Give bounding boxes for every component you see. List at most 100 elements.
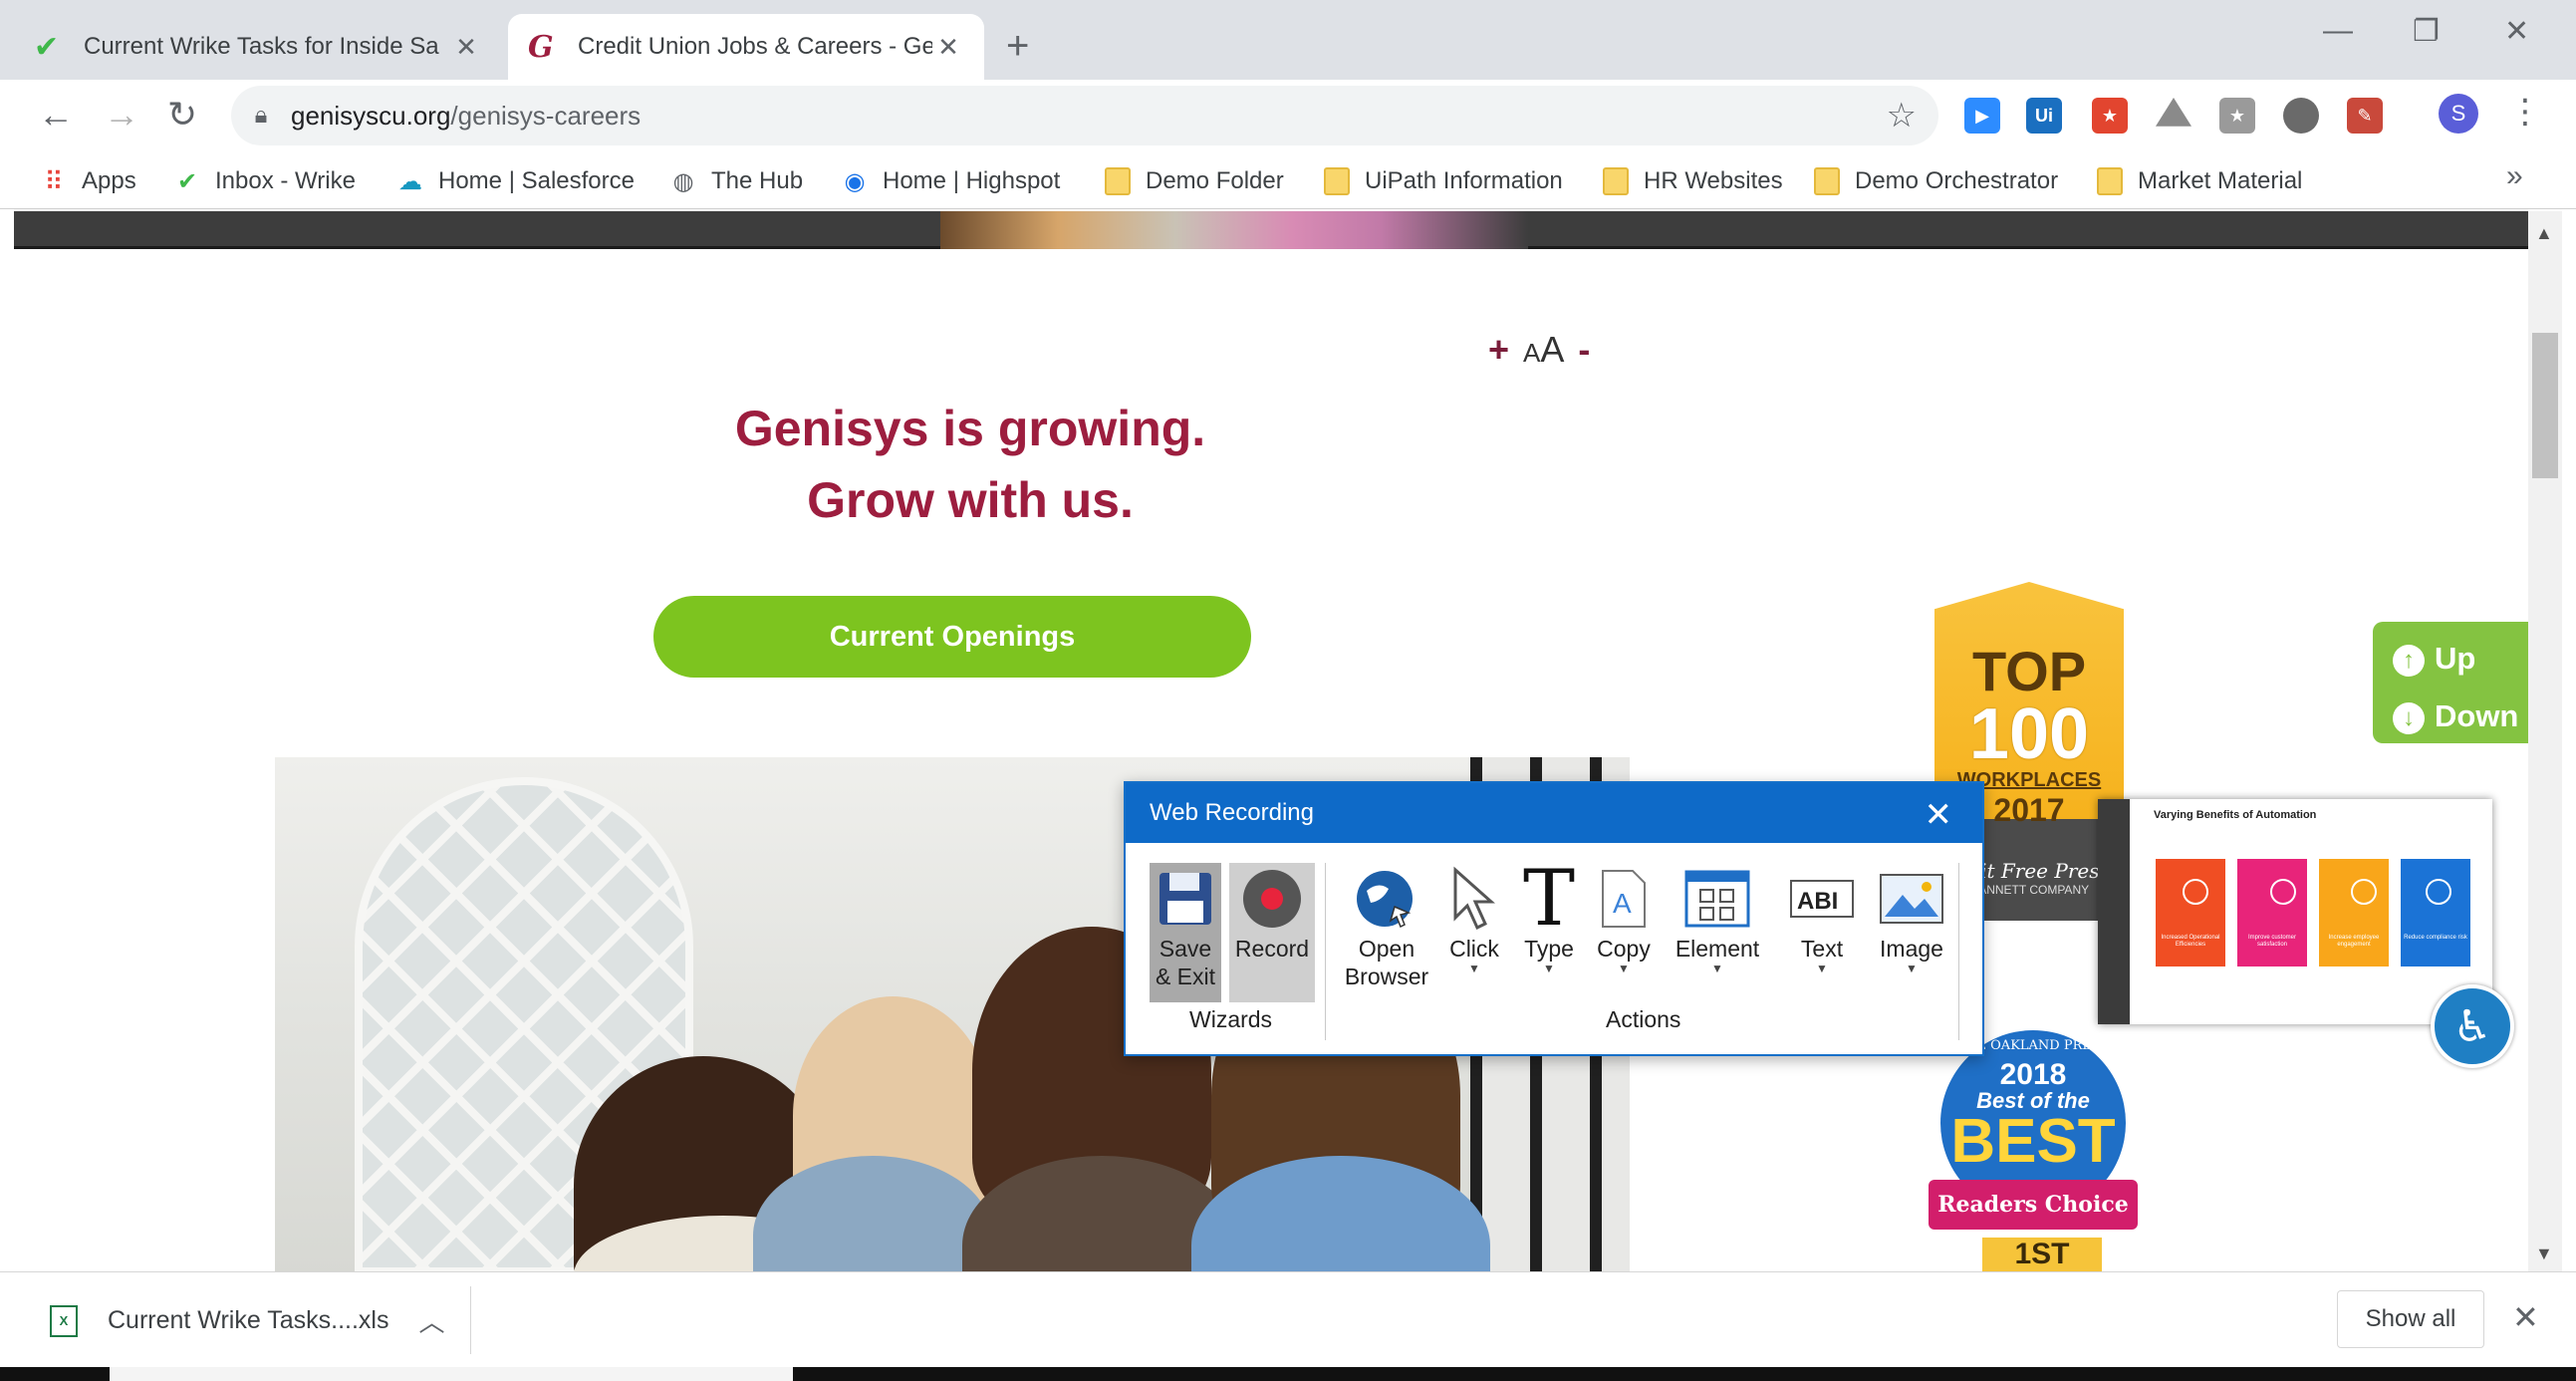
people-icon xyxy=(2350,879,2377,905)
badge-year: 2018 xyxy=(1999,1058,2067,1091)
bookmark-the-hub[interactable]: ◍ The Hub xyxy=(669,161,804,201)
check-circle-icon xyxy=(2426,879,2452,905)
chevron-down-icon: ▼ xyxy=(1468,962,1480,975)
bookmark-label: The Hub xyxy=(711,167,804,194)
badge-top-text: TOP xyxy=(1971,640,2087,702)
badge-best: BEST xyxy=(1950,1107,2116,1176)
benefit-card: Increased Operational Efficiencies xyxy=(2156,859,2225,967)
restore-icon[interactable]: ❐ xyxy=(2413,14,2440,49)
open-browser-label: Open Browser xyxy=(1344,936,1429,989)
accessibility-icon[interactable]: ♿︎ xyxy=(2431,984,2514,1068)
chevron-down-icon: ▼ xyxy=(1543,962,1555,975)
headline-line-2: Grow with us. xyxy=(807,472,1134,528)
close-icon[interactable]: ✕ xyxy=(2512,1298,2539,1336)
bookmark-uipath-information[interactable]: UiPath Information xyxy=(1323,161,1563,201)
download-shelf: X Current Wrike Tasks....xls ︿ Show all … xyxy=(0,1271,2576,1367)
type-t-icon: T xyxy=(1522,854,1576,944)
click-button[interactable]: Click ▼ xyxy=(1442,863,1506,974)
type-button[interactable]: T Type ▼ xyxy=(1514,854,1584,975)
menu-kebab-icon[interactable]: ⋮ xyxy=(2508,92,2542,132)
circle-ext-icon[interactable] xyxy=(2283,98,2319,134)
svg-text:ABI: ABI xyxy=(1797,888,1838,915)
bookmarks-overflow-button[interactable]: » xyxy=(2506,159,2523,193)
badge-100-text: 100 xyxy=(1968,694,2090,774)
automation-benefits-popup[interactable]: Varying Benefits of Automation Increased… xyxy=(2098,799,2492,1024)
zoom-icon[interactable]: ▶ xyxy=(1964,98,2000,134)
scroll-up-arrow-icon[interactable]: ▲ xyxy=(2535,223,2553,244)
new-tab-button[interactable]: + xyxy=(1006,24,1029,69)
scroll-down-button[interactable]: ↓ Down xyxy=(2393,688,2528,745)
bookmark-hr-websites[interactable]: HR Websites xyxy=(1602,161,1783,201)
headline-line-1: Genisys is growing. xyxy=(734,401,1206,456)
bookmark-icon[interactable]: ★ xyxy=(2219,98,2255,134)
element-label: Element xyxy=(1674,936,1760,962)
chevron-up-icon[interactable]: ︿ xyxy=(418,1302,444,1339)
scroll-up-button[interactable]: ↑ Up xyxy=(2393,630,2528,688)
bookmark-label: Home | Salesforce xyxy=(438,167,635,194)
bookmark-label: UiPath Information xyxy=(1365,167,1563,194)
benefit-card: Increase employee engagement xyxy=(2319,859,2389,967)
genisys-g-icon: G xyxy=(528,29,554,65)
tab-genisys[interactable]: G Credit Union Jobs & Careers - Ge ✕ xyxy=(508,14,984,80)
lock-icon: 🔒︎ xyxy=(254,102,268,129)
tab-wrike[interactable]: ✔ Current Wrike Tasks for Inside Sa ✕ xyxy=(14,14,502,80)
copy-button[interactable]: A Copy ▼ xyxy=(1588,863,1660,974)
show-all-button[interactable]: Show all xyxy=(2337,1290,2484,1348)
minimize-icon[interactable]: — xyxy=(2323,14,2353,48)
window-close-icon[interactable]: ✕ xyxy=(2504,14,2529,49)
bookmark-market-material[interactable]: Market Material xyxy=(2096,161,2302,201)
bookmark-salesforce[interactable]: ☁ Home | Salesforce xyxy=(396,161,635,201)
record-icon xyxy=(1229,863,1315,935)
wrike-check-icon: ✔ xyxy=(176,167,198,195)
pdf-icon[interactable]: ✎ xyxy=(2347,98,2383,134)
open-browser-button[interactable]: Open Browser xyxy=(1337,863,1436,990)
close-icon[interactable]: ✕ xyxy=(932,32,964,63)
download-filename: Current Wrike Tasks....xls xyxy=(108,1306,389,1334)
forward-icon[interactable]: → xyxy=(104,94,139,136)
benefit-card: Improve customer satisfaction xyxy=(2237,859,2307,967)
uipath-icon[interactable]: Ui xyxy=(2026,98,2062,134)
dialog-titlebar[interactable]: Web Recording ✕ xyxy=(1126,783,1982,843)
arrow-up-icon: ↑ xyxy=(2393,644,2425,677)
profile-avatar[interactable]: S xyxy=(2439,94,2478,134)
click-label: Click xyxy=(1449,936,1499,962)
address-bar[interactable]: 🔒︎ genisyscu.org/genisys-careers ☆ xyxy=(231,86,1938,145)
element-button[interactable]: Element ▼ xyxy=(1670,863,1765,974)
calendar-icon[interactable]: ★ xyxy=(2092,98,2128,134)
font-increase-button[interactable]: + xyxy=(1488,329,1509,370)
text-button[interactable]: ABI Text ▼ xyxy=(1787,863,1857,974)
folder-icon xyxy=(1813,167,1841,195)
bookmark-star-icon[interactable]: ☆ xyxy=(1887,96,1917,136)
badge-ribbon: Readers Choice Awards xyxy=(1929,1180,2138,1267)
bookmark-demo-folder[interactable]: Demo Folder xyxy=(1104,161,1284,201)
close-icon[interactable]: ✕ xyxy=(450,32,482,63)
save-exit-button[interactable]: Save & Exit xyxy=(1150,863,1221,1002)
bookmark-demo-orchestrator[interactable]: Demo Orchestrator xyxy=(1813,161,2058,201)
scrollbar-thumb[interactable] xyxy=(2532,333,2558,478)
bookmark-highspot[interactable]: ◉ Home | Highspot xyxy=(841,161,1061,201)
group-divider xyxy=(1325,863,1326,1040)
font-decrease-button[interactable]: - xyxy=(1578,329,1590,370)
salesforce-cloud-icon: ☁ xyxy=(398,167,422,195)
back-icon[interactable]: ← xyxy=(38,94,74,136)
uipath-label: Ui xyxy=(2035,105,2053,126)
dialog-title: Web Recording xyxy=(1150,799,1314,826)
record-button[interactable]: Record xyxy=(1229,863,1315,1002)
folder-icon xyxy=(2096,167,2124,195)
apps-grid-icon: ⠿ xyxy=(44,165,64,196)
bookmark-inbox-wrike[interactable]: ✔ Inbox - Wrike xyxy=(173,161,356,201)
page-headline: Genisys is growing. Grow with us. xyxy=(632,393,1309,536)
floppy-disk-icon xyxy=(1150,863,1221,935)
popup-sidebar xyxy=(2098,799,2130,1024)
url-host: genisyscu.org xyxy=(291,100,451,131)
image-button[interactable]: Image ▼ xyxy=(1873,863,1950,974)
group-label-actions: Actions xyxy=(1606,1006,1681,1032)
reload-icon[interactable]: ↻ xyxy=(167,94,197,136)
download-item[interactable]: X Current Wrike Tasks....xls ︿ xyxy=(50,1302,445,1339)
current-openings-button[interactable]: Current Openings xyxy=(653,596,1251,678)
scroll-down-arrow-icon[interactable]: ▼ xyxy=(2535,1243,2553,1264)
best-of-best-badge: THE OAKLAND PRESS 2018 Best of the BEST … xyxy=(1929,1030,2138,1271)
close-icon[interactable]: ✕ xyxy=(1925,795,1953,835)
benefit-cards: Increased Operational Efficiencies Impro… xyxy=(2156,859,2470,967)
bookmark-apps[interactable]: ⠿ Apps xyxy=(40,161,135,201)
